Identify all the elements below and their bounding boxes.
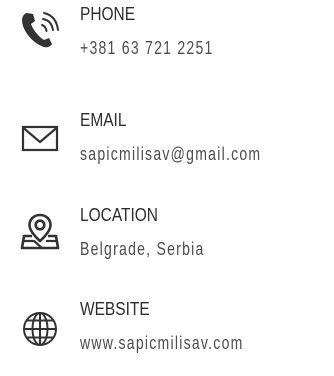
map-pin-icon: [20, 211, 60, 251]
contact-item-location[interactable]: LOCATION Belgrade, Serbia: [0, 203, 334, 269]
location-value: Belgrade, Serbia: [80, 239, 205, 259]
globe-icon: [20, 309, 60, 349]
contact-list: PHONE +381 63 721 2251 EMAIL sapicmilisa…: [0, 0, 334, 376]
contact-item-website[interactable]: WEBSITE www.sapicmilisav.com: [0, 297, 334, 363]
envelope-icon: [20, 118, 60, 158]
contact-item-email[interactable]: EMAIL sapicmilisav@gmail.com: [0, 108, 334, 174]
contact-item-phone[interactable]: PHONE +381 63 721 2251: [0, 2, 334, 68]
phone-icon: [20, 10, 60, 50]
phone-value[interactable]: +381 63 721 2251: [80, 36, 214, 60]
website-label: WEBSITE: [80, 299, 150, 319]
email-label: EMAIL: [80, 110, 127, 130]
location-label: LOCATION: [80, 205, 158, 225]
phone-label: PHONE: [80, 4, 136, 24]
website-value[interactable]: www.sapicmilisav.com: [80, 331, 244, 355]
email-value[interactable]: sapicmilisav@gmail.com: [80, 142, 261, 166]
